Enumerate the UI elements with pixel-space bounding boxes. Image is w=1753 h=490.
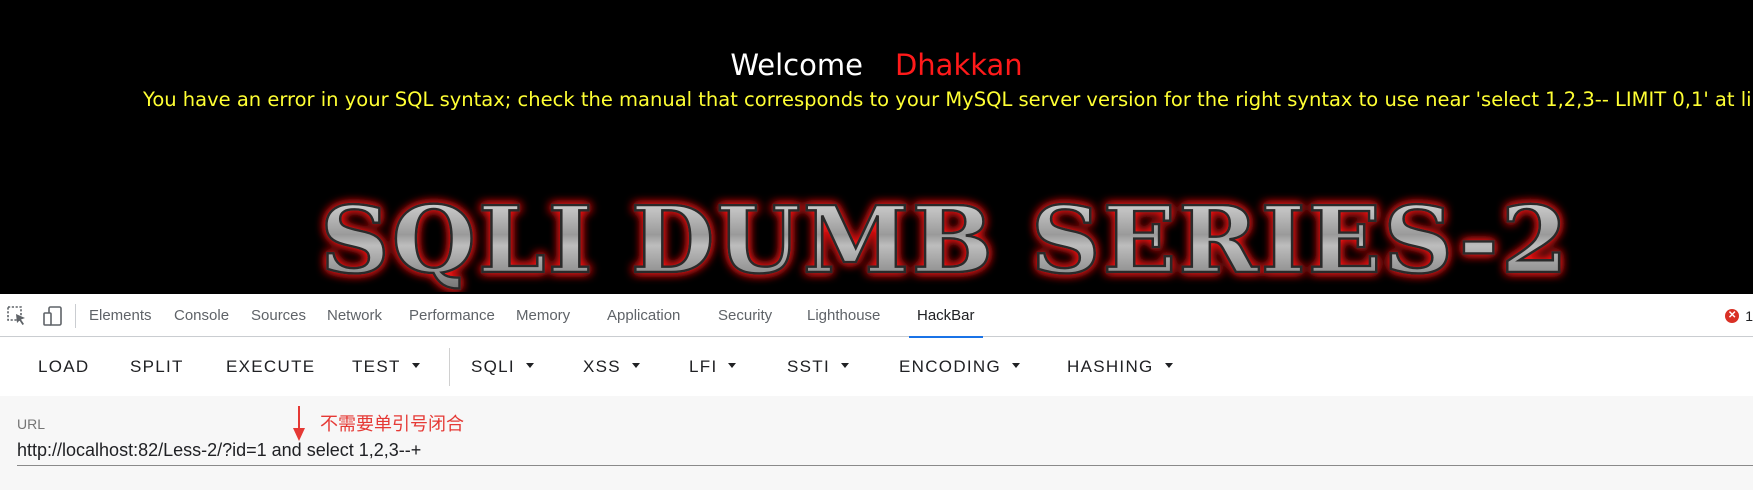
split-button[interactable]: SPLIT bbox=[130, 338, 184, 396]
toolbar-divider bbox=[449, 348, 450, 386]
tab-hackbar[interactable]: HackBar bbox=[909, 294, 983, 338]
tab-console[interactable]: Console bbox=[174, 294, 229, 337]
welcome-line: Welcome Dhakkan bbox=[0, 48, 1753, 82]
banner-text: SQLI DUMB SERIES-2 bbox=[320, 188, 1570, 292]
xss-menu-button[interactable]: XSS bbox=[583, 338, 640, 396]
lfi-menu-button[interactable]: LFI bbox=[689, 338, 737, 396]
tab-application[interactable]: Application bbox=[607, 294, 680, 337]
devtools-panel: Elements Console Sources Network Perform… bbox=[0, 294, 1753, 490]
test-menu-button[interactable]: TEST bbox=[352, 338, 420, 396]
execute-button[interactable]: EXECUTE bbox=[226, 338, 315, 396]
hashing-menu-button[interactable]: HASHING bbox=[1067, 338, 1173, 396]
execute-label: EXECUTE bbox=[226, 357, 316, 376]
chevron-down-icon bbox=[525, 363, 534, 369]
chevron-down-icon bbox=[1164, 363, 1173, 369]
hackbar-body: URL 不需要单引号闭合 bbox=[0, 396, 1753, 490]
inspect-element-icon[interactable] bbox=[6, 305, 28, 327]
error-icon: ✕ bbox=[1725, 309, 1740, 323]
encoding-label: ENCODING bbox=[899, 357, 1002, 376]
device-toolbar-icon[interactable] bbox=[42, 305, 64, 327]
test-label: TEST bbox=[352, 357, 401, 376]
chevron-down-icon bbox=[728, 363, 737, 369]
url-label: URL bbox=[17, 416, 46, 432]
error-count: 1 bbox=[1745, 308, 1753, 324]
tab-sources[interactable]: Sources bbox=[251, 294, 306, 337]
load-button[interactable]: LOAD bbox=[38, 338, 90, 396]
xss-label: XSS bbox=[583, 357, 621, 376]
chevron-down-icon bbox=[841, 363, 849, 369]
hackbar-toolbar: LOAD SPLIT EXECUTE TEST SQLI XSS LFI SST… bbox=[0, 338, 1753, 396]
lfi-label: LFI bbox=[689, 357, 718, 376]
tab-security[interactable]: Security bbox=[718, 294, 772, 337]
arrow-down-icon bbox=[292, 406, 306, 442]
tab-lighthouse[interactable]: Lighthouse bbox=[807, 294, 880, 337]
tab-memory[interactable]: Memory bbox=[516, 294, 570, 337]
error-counter[interactable]: ✕ 1 bbox=[1725, 306, 1753, 326]
username-text: Dhakkan bbox=[894, 48, 1023, 82]
sqli-label: SQLI bbox=[471, 357, 515, 376]
sqli-menu-button[interactable]: SQLI bbox=[471, 338, 534, 396]
welcome-text: Welcome bbox=[730, 48, 863, 82]
tab-elements[interactable]: Elements bbox=[89, 294, 152, 337]
split-label: SPLIT bbox=[130, 357, 184, 376]
chevron-down-icon bbox=[411, 363, 420, 369]
web-page: Welcome Dhakkan You have an error in your… bbox=[0, 0, 1753, 294]
load-label: LOAD bbox=[38, 357, 90, 376]
toolbar-divider bbox=[75, 304, 76, 328]
hashing-label: HASHING bbox=[1067, 357, 1154, 376]
devtools-tab-bar: Elements Console Sources Network Perform… bbox=[0, 294, 1753, 338]
chevron-down-icon bbox=[631, 363, 640, 369]
encoding-menu-button[interactable]: ENCODING bbox=[899, 338, 1021, 396]
ssti-menu-button[interactable]: SSTI bbox=[787, 338, 849, 396]
url-input[interactable] bbox=[17, 432, 1753, 466]
ssti-label: SSTI bbox=[787, 357, 830, 376]
sql-error-message: You have an error in your SQL syntax; ch… bbox=[143, 88, 1753, 111]
chevron-down-icon bbox=[1012, 363, 1021, 369]
annotation-note: 不需要单引号闭合 bbox=[320, 414, 464, 435]
tab-network[interactable]: Network bbox=[327, 294, 382, 337]
tab-performance[interactable]: Performance bbox=[409, 294, 495, 337]
sqli-banner-logo: SQLI DUMB SERIES-2 bbox=[310, 188, 1580, 292]
